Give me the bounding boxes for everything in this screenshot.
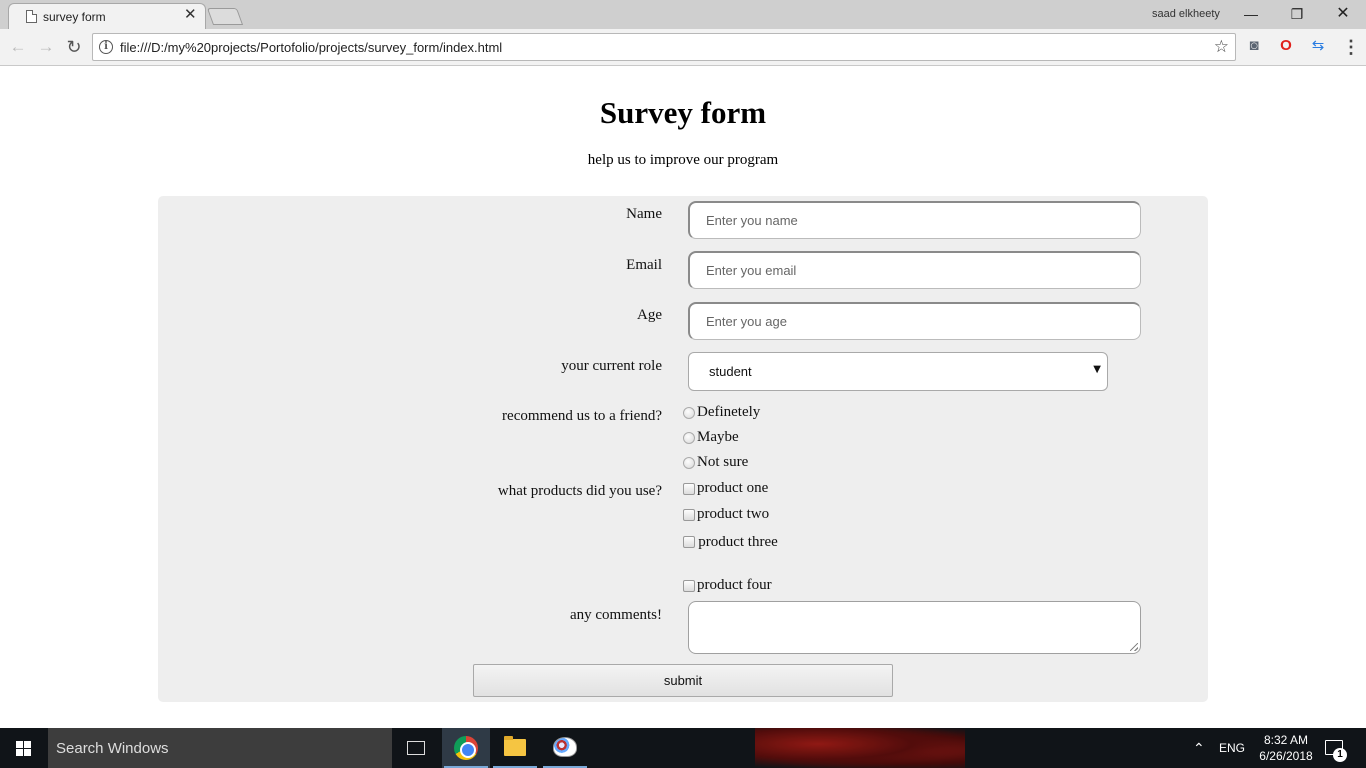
submit-button[interactable]: submit [473, 664, 893, 697]
language-indicator[interactable]: ENG [1219, 741, 1245, 768]
role-select[interactable]: student ▼ [688, 352, 1108, 391]
radio-definetely[interactable] [683, 407, 695, 419]
taskbar-paint[interactable] [541, 728, 589, 768]
radio-maybe[interactable] [683, 432, 695, 444]
taskbar-chrome[interactable] [442, 728, 490, 768]
name-label: Name [626, 206, 662, 222]
comments-label: any comments! [569, 607, 662, 623]
taskbar-search-placeholder: Search Windows [56, 740, 169, 757]
minimize-button[interactable]: — [1236, 4, 1266, 24]
recommend-label: recommend us to a friend? [502, 408, 662, 424]
radio-maybe-label[interactable]: Maybe [697, 429, 739, 446]
checkbox-product-one[interactable] [683, 483, 695, 495]
address-bar[interactable]: i file:///D:/my%20projects/Portofolio/pr… [92, 33, 1236, 61]
reload-icon[interactable]: ↻ [64, 37, 84, 57]
clock-time: 8:32 AM [1263, 733, 1309, 747]
role-label: your current role [561, 358, 662, 374]
notification-badge: 1 [1333, 748, 1347, 762]
radio-not-sure[interactable] [683, 457, 695, 469]
role-select-value: student [709, 364, 752, 379]
browser-tab[interactable]: survey form ✕ [8, 3, 206, 29]
page-title: Survey form [599, 95, 767, 130]
info-icon[interactable]: i [99, 40, 113, 54]
windows-logo-icon [16, 741, 32, 756]
tab-close-icon[interactable]: ✕ [184, 7, 197, 23]
age-input[interactable] [688, 302, 1141, 340]
page-viewport: Survey form help us to improve our progr… [0, 67, 1366, 728]
forward-arrow-icon[interactable]: → [36, 37, 56, 57]
taskbar-file-explorer[interactable] [491, 728, 539, 768]
back-arrow-icon[interactable]: ← [8, 37, 28, 57]
checkbox-product-three-label[interactable]: product three [697, 533, 779, 551]
speech-bubble-icon[interactable]: ◙ [1245, 36, 1263, 56]
document-icon [26, 10, 37, 23]
folder-icon [504, 736, 526, 756]
email-input[interactable] [688, 251, 1141, 289]
tray-chevron-icon[interactable]: ⌃ [1193, 740, 1205, 768]
bookmark-star-icon[interactable]: ☆ [1214, 37, 1229, 57]
radio-not-sure-label[interactable]: Not sure [697, 454, 748, 471]
checkbox-product-four-label[interactable]: product four [697, 577, 772, 594]
checkbox-product-three[interactable] [683, 536, 695, 548]
resize-grip-icon[interactable] [1130, 643, 1138, 651]
close-window-button[interactable]: ✕ [1328, 4, 1358, 24]
opera-icon[interactable]: O [1277, 36, 1295, 56]
survey-form: Name Email Age your current role student… [158, 196, 1208, 702]
checkbox-product-two[interactable] [683, 509, 695, 521]
new-tab-button[interactable] [206, 8, 244, 25]
taskbar-search[interactable]: Search Windows [48, 728, 392, 768]
age-label: Age [637, 307, 662, 323]
checkbox-product-one-label[interactable]: product one [697, 480, 768, 497]
task-view-button[interactable] [392, 728, 440, 768]
menu-dots-icon[interactable]: ⋮ [1342, 37, 1360, 57]
clock[interactable]: 8:32 AM 6/26/2018 [1255, 732, 1317, 768]
clock-date: 6/26/2018 [1259, 749, 1313, 763]
page-subtitle: help us to improve our program [587, 152, 779, 168]
start-button[interactable] [0, 728, 48, 768]
email-label: Email [626, 257, 662, 273]
name-input[interactable] [688, 201, 1141, 239]
task-view-icon [407, 741, 425, 755]
chrome-icon [454, 736, 478, 760]
browser-toolbar: ← → ↻ i file:///D:/my%20projects/Portofo… [0, 29, 1366, 66]
sync-arrows-icon[interactable]: ⇆ [1309, 36, 1327, 56]
checkbox-product-four[interactable] [683, 580, 695, 592]
url-text[interactable]: file:///D:/my%20projects/Portofolio/proj… [120, 40, 502, 55]
tab-title: survey form [43, 10, 106, 24]
radio-definetely-label[interactable]: Definetely [697, 404, 760, 421]
checkbox-product-two-label[interactable]: product two [697, 506, 769, 523]
windows-taskbar: Search Windows ⌃ ENG 8:32 AM 6/26/2018 1 [0, 728, 1366, 768]
profile-name[interactable]: saad elkheety [1152, 8, 1220, 20]
comments-textarea[interactable] [688, 601, 1141, 654]
products-label: what products did you use? [497, 483, 662, 499]
restore-button[interactable]: ❐ [1282, 4, 1312, 24]
wallpaper-decoration [755, 728, 965, 768]
paint-icon [553, 737, 577, 757]
dropdown-arrow-icon: ▼ [1093, 364, 1101, 375]
browser-tab-strip: survey form ✕ saad elkheety — ❐ ✕ [0, 0, 1366, 29]
